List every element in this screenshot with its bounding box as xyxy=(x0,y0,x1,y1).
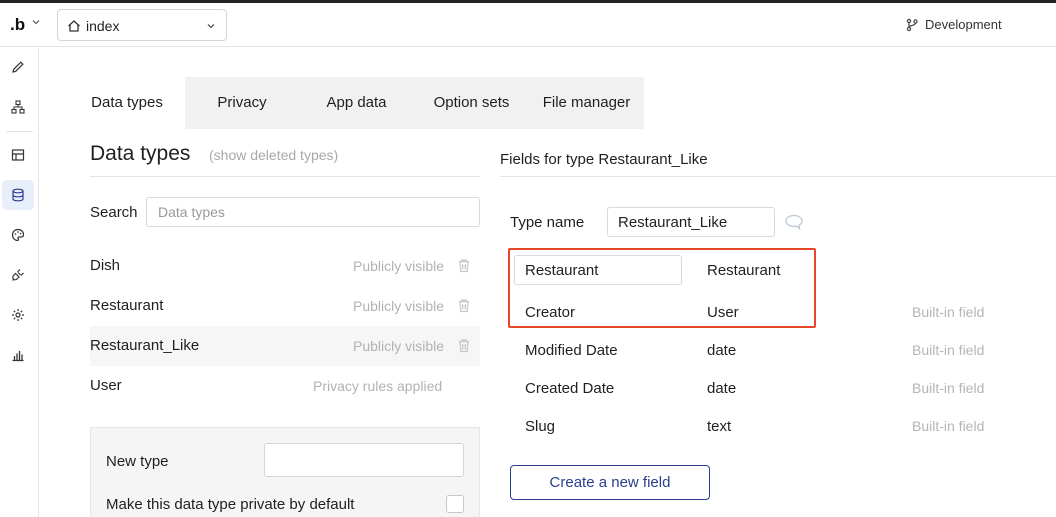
field-type: date xyxy=(707,342,737,359)
new-type-label: New type xyxy=(106,453,169,470)
sidebar-item-logs[interactable] xyxy=(2,340,34,370)
data-type-name: Dish xyxy=(90,257,121,274)
layout-icon xyxy=(11,149,25,161)
divider xyxy=(90,176,480,177)
palette-icon xyxy=(11,228,25,242)
comment-icon[interactable] xyxy=(784,213,804,231)
tab-option-sets[interactable]: Option sets xyxy=(414,77,529,129)
built-in-field-label: Built-in field xyxy=(912,304,985,320)
sidebar-item-data[interactable] xyxy=(2,180,34,210)
trash-icon[interactable] xyxy=(457,338,471,353)
create-new-field-button[interactable]: Create a new field xyxy=(510,465,710,500)
field-name[interactable]: Modified Date xyxy=(525,342,618,359)
field-type: text xyxy=(707,418,732,435)
field-name[interactable]: Slug xyxy=(525,418,555,435)
field-name[interactable]: Created Date xyxy=(525,380,614,397)
sidebar-item-workflow[interactable] xyxy=(2,92,34,122)
environment-label: Development xyxy=(925,17,1002,32)
data-type-row[interactable]: User Privacy rules applied xyxy=(90,366,480,406)
branch-icon xyxy=(906,18,918,32)
field-type: date xyxy=(707,380,737,397)
sidebar-item-settings[interactable] xyxy=(2,300,34,330)
sidebar-divider xyxy=(6,131,33,132)
built-in-field-label: Built-in field xyxy=(912,342,985,358)
sidebar-item-styles-palette[interactable] xyxy=(2,220,34,250)
data-tabs: Data types Privacy App data Option sets … xyxy=(69,77,644,129)
page-name: index xyxy=(86,18,120,34)
type-name-label: Type name xyxy=(510,214,585,231)
data-type-visibility: Publicly visible xyxy=(353,258,445,274)
sidebar-item-plugins[interactable] xyxy=(2,260,34,290)
data-types-title: Data types xyxy=(90,142,191,165)
sidebar-item-design[interactable] xyxy=(2,52,34,82)
plug-icon xyxy=(12,269,24,281)
type-name-value: Restaurant_Like xyxy=(618,214,728,231)
database-icon xyxy=(12,188,24,202)
bar-chart-icon xyxy=(12,351,24,362)
sidebar-item-styles[interactable] xyxy=(2,140,34,170)
tab-file-manager[interactable]: File manager xyxy=(529,77,644,129)
type-name-input[interactable]: Restaurant_Like xyxy=(607,207,775,237)
trash-icon[interactable] xyxy=(457,298,471,313)
trash-icon[interactable] xyxy=(457,258,471,273)
data-type-row[interactable]: Restaurant Publicly visible xyxy=(90,286,480,326)
left-sidebar xyxy=(0,48,39,517)
divider xyxy=(500,176,1056,177)
search-label: Search xyxy=(90,204,138,221)
fields-title: Fields for type Restaurant_Like xyxy=(500,151,708,168)
highlight-box xyxy=(508,248,816,328)
new-type-input[interactable] xyxy=(264,443,464,477)
tab-app-data[interactable]: App data xyxy=(299,77,414,129)
private-default-label: Make this data type private by default xyxy=(106,496,355,513)
show-deleted-types-link[interactable]: (show deleted types) xyxy=(209,147,338,163)
data-type-row-selected[interactable]: Restaurant_Like Publicly visible xyxy=(90,326,480,366)
top-bar: .b index Development xyxy=(0,3,1056,47)
built-in-field-label: Built-in field xyxy=(912,380,985,396)
data-type-visibility: Publicly visible xyxy=(353,298,445,314)
chevron-down-icon[interactable] xyxy=(31,17,41,27)
data-type-visibility: Privacy rules applied xyxy=(313,378,443,394)
chevron-down-icon xyxy=(207,24,215,29)
built-in-field-label: Built-in field xyxy=(912,418,985,434)
data-type-row[interactable]: Dish Publicly visible xyxy=(90,246,480,286)
data-type-visibility: Publicly visible xyxy=(353,338,445,354)
pencil-icon xyxy=(12,61,24,73)
data-type-name: Restaurant_Like xyxy=(90,337,200,354)
tab-privacy[interactable]: Privacy xyxy=(185,77,299,129)
private-default-checkbox[interactable] xyxy=(446,495,464,513)
home-icon xyxy=(68,20,80,32)
gear-icon xyxy=(12,309,24,321)
tab-data-types[interactable]: Data types xyxy=(69,77,185,129)
page-selector[interactable]: index xyxy=(57,9,227,41)
app-logo[interactable]: .b xyxy=(10,15,25,35)
search-input[interactable] xyxy=(146,197,480,227)
workflow-icon xyxy=(11,100,25,114)
data-type-name: User xyxy=(90,377,122,394)
data-type-name: Restaurant xyxy=(90,297,164,314)
